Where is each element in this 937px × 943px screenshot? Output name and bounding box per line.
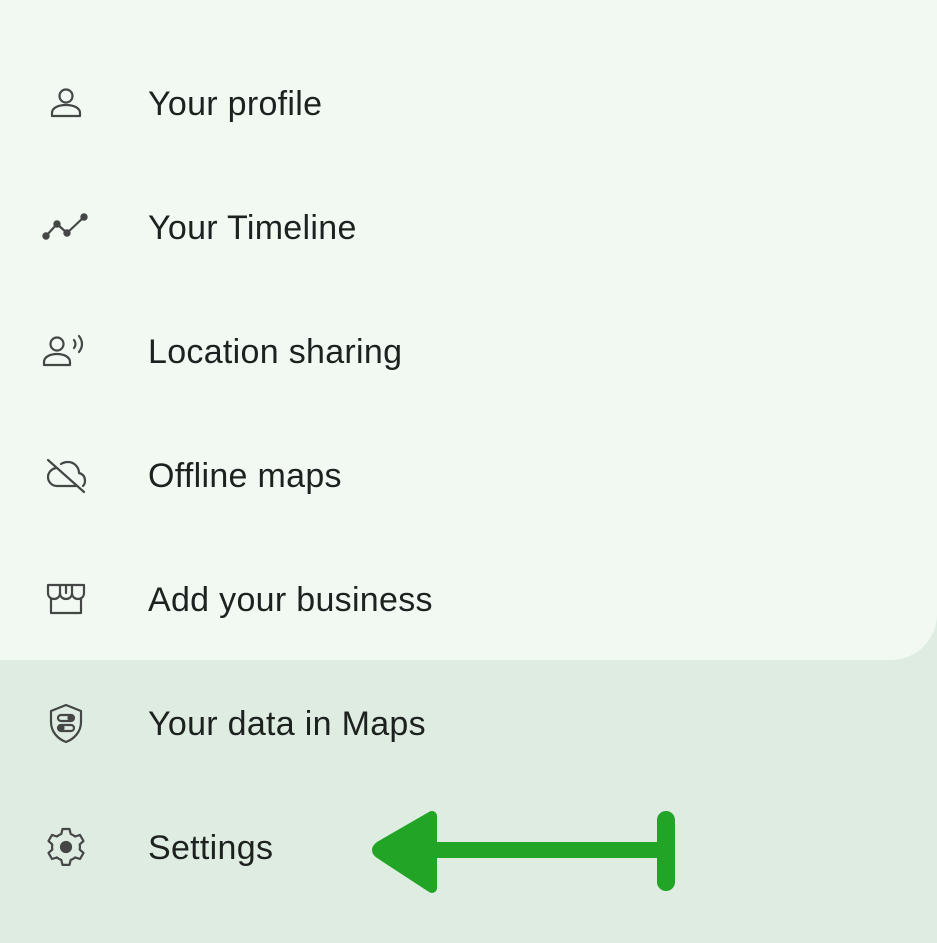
menu-item-location-sharing[interactable]: Location sharing bbox=[0, 306, 640, 396]
menu-item-label: Offline maps bbox=[148, 457, 342, 495]
gear-icon bbox=[40, 827, 92, 867]
person-icon bbox=[40, 83, 92, 123]
annotation-arrow bbox=[372, 811, 675, 893]
menu-item-label: Add your business bbox=[148, 581, 433, 619]
shield-icon bbox=[40, 703, 92, 744]
cloud-off-icon bbox=[40, 455, 92, 495]
menu-item-label: Your profile bbox=[148, 85, 323, 123]
storefront-icon bbox=[40, 579, 92, 619]
menu-item-your-data-in-maps[interactable]: Your data in Maps bbox=[0, 678, 640, 768]
menu-item-add-your-business[interactable]: Add your business bbox=[0, 554, 640, 644]
arrow-head bbox=[372, 811, 437, 893]
menu-item-label: Your data in Maps bbox=[148, 705, 426, 743]
menu-item-label: Location sharing bbox=[148, 333, 403, 371]
menu-item-offline-maps[interactable]: Offline maps bbox=[0, 430, 640, 520]
menu-item-your-profile[interactable]: Your profile bbox=[0, 58, 640, 148]
timeline-icon bbox=[40, 207, 92, 247]
location-sharing-icon bbox=[40, 331, 92, 371]
menu-item-label: Settings bbox=[148, 829, 274, 867]
menu-item-label: Your Timeline bbox=[148, 209, 357, 247]
menu-item-your-timeline[interactable]: Your Timeline bbox=[0, 182, 640, 272]
